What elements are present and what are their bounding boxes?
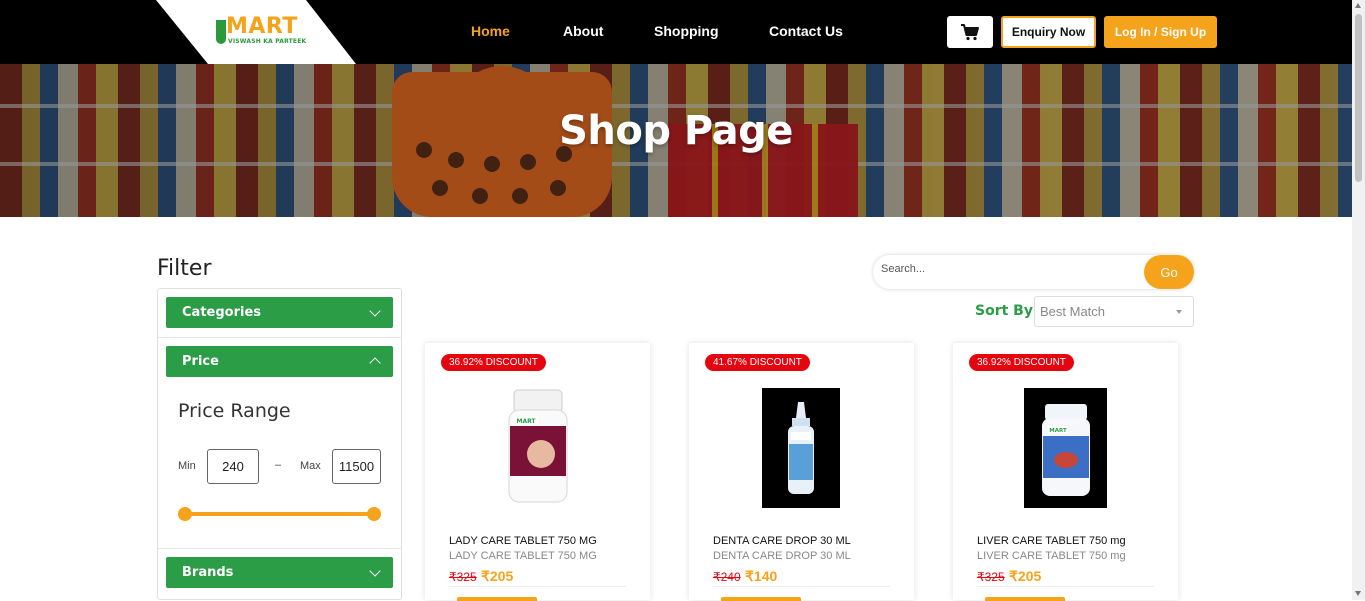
chevron-down-icon [369, 565, 381, 577]
brand-logo[interactable]: MART VISWASH KA PARTEEK [216, 14, 306, 50]
cart-button[interactable] [947, 16, 993, 48]
svg-text:MART: MART [1049, 428, 1067, 434]
brands-accordion[interactable]: Brands [166, 557, 393, 588]
nav-contact-us[interactable]: Contact Us [769, 23, 843, 39]
filter-panel [157, 288, 402, 600]
discount-badge: 41.67% DISCOUNT [705, 354, 810, 371]
search-go-button[interactable]: Go [1144, 255, 1194, 289]
product-name[interactable]: LADY CARE TABLET 750 MG [449, 535, 597, 547]
filter-divider [158, 548, 401, 549]
chevron-up-icon [369, 357, 381, 369]
filter-heading: Filter [157, 256, 212, 281]
add-to-cart-button[interactable] [985, 597, 1065, 601]
min-price-input[interactable]: 240 [207, 449, 259, 484]
sort-select[interactable]: Best Match [1034, 296, 1194, 327]
discount-badge: 36.92% DISCOUNT [969, 354, 1074, 371]
scroll-down-arrow-icon[interactable] [1355, 591, 1361, 596]
price-accordion[interactable]: Price [166, 346, 393, 377]
product-card[interactable]: 41.67% DISCOUNT DENTA CARE DROP 30 ML DE… [689, 343, 914, 601]
logo-tagline: VISWASH KA PARTEEK [228, 38, 307, 45]
nav-about[interactable]: About [563, 23, 603, 39]
product-card[interactable]: 36.92% DISCOUNT MART LADY CARE TABLET 75… [425, 343, 650, 601]
max-label: Max [300, 460, 321, 472]
product-name[interactable]: DENTA CARE DROP 30 ML [713, 535, 851, 547]
discount-badge: 36.92% DISCOUNT [441, 354, 546, 371]
logo-text: MART [226, 14, 298, 39]
sale-price: ₹205 [1009, 568, 1042, 584]
add-to-cart-button[interactable] [721, 597, 801, 601]
sale-price: ₹140 [745, 568, 778, 584]
filter-divider [158, 337, 401, 338]
max-price-input[interactable]: 11500 [332, 449, 381, 484]
product-name[interactable]: LIVER CARE TABLET 750 mg [977, 535, 1126, 547]
card-divider [977, 586, 1154, 587]
product-image[interactable]: MART [507, 388, 569, 506]
card-divider [713, 586, 890, 587]
categories-label: Categories [182, 305, 262, 320]
price-range-title: Price Range [178, 400, 291, 422]
price-range-track[interactable] [185, 512, 374, 516]
page-title: Shop Page [559, 108, 793, 154]
scrollbar-thumb[interactable] [1355, 14, 1362, 182]
login-signup-button[interactable]: Log In / Sign Up [1104, 16, 1217, 48]
card-divider [449, 586, 626, 587]
enquiry-now-button[interactable]: Enquiry Now [1001, 16, 1096, 48]
nav-shopping[interactable]: Shopping [654, 23, 719, 39]
max-range-handle[interactable] [367, 507, 381, 521]
original-price: ₹325 [977, 570, 1005, 584]
nav-home[interactable]: Home [471, 23, 510, 39]
range-separator: – [275, 459, 282, 471]
product-image[interactable] [762, 388, 840, 508]
price-label: Price [182, 354, 219, 369]
sort-selected-value: Best Match [1040, 304, 1106, 319]
page-scrollbar[interactable] [1352, 0, 1365, 600]
chevron-down-icon [369, 305, 381, 317]
product-card[interactable]: 36.92% DISCOUNT MART LIVER CARE TABLET 7… [953, 343, 1178, 601]
logo-mark [216, 20, 226, 44]
original-price: ₹325 [449, 570, 477, 584]
product-image[interactable]: MART [1024, 388, 1107, 508]
brands-label: Brands [182, 565, 234, 580]
sale-price: ₹205 [481, 568, 514, 584]
scroll-up-arrow-icon[interactable] [1355, 3, 1361, 8]
product-subtitle: DENTA CARE DROP 30 ML [713, 550, 851, 562]
product-subtitle: LADY CARE TABLET 750 MG [449, 550, 597, 562]
min-range-handle[interactable] [178, 507, 192, 521]
add-to-cart-button[interactable] [457, 597, 537, 601]
search-input[interactable] [881, 263, 1131, 275]
categories-accordion[interactable]: Categories [166, 297, 393, 328]
cart-icon [961, 24, 979, 41]
min-label: Min [178, 460, 196, 472]
product-subtitle: LIVER CARE TABLET 750 mg [977, 550, 1126, 562]
sort-by-label: Sort By [975, 303, 1033, 319]
original-price: ₹240 [713, 570, 741, 584]
dropdown-caret-icon [1176, 310, 1182, 314]
svg-text:MART: MART [516, 418, 536, 425]
